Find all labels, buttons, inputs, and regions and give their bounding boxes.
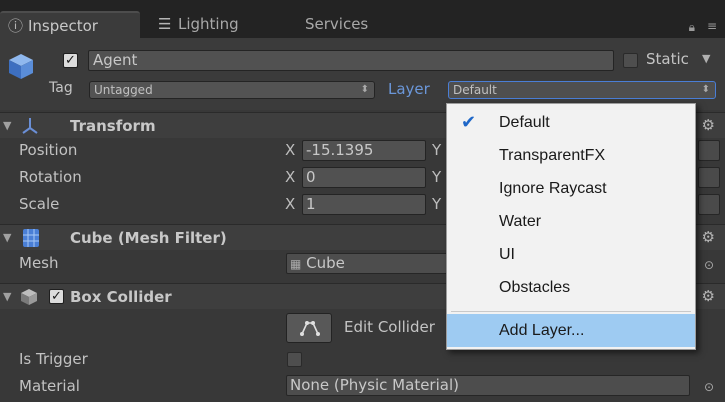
menu-item-water[interactable]: Water bbox=[447, 205, 695, 238]
menu-item-label: TransparentFX bbox=[499, 147, 606, 164]
scale-x-field[interactable]: 1 bbox=[302, 194, 426, 215]
tab-lighting-label: Lighting bbox=[178, 15, 239, 33]
menu-item-label: Default bbox=[499, 114, 550, 131]
edit-collider-icon bbox=[300, 321, 320, 336]
position-label: Position bbox=[19, 141, 78, 159]
check-icon: ✓ bbox=[51, 289, 62, 304]
tab-lighting[interactable]: ☰ Lighting bbox=[158, 11, 239, 38]
fold-arrow-icon[interactable]: ▼ bbox=[3, 119, 11, 132]
lock-icon[interactable]: 🔒︎ bbox=[689, 20, 695, 35]
menu-item-label: UI bbox=[499, 246, 515, 263]
rotation-x-field[interactable]: 0 bbox=[302, 167, 426, 188]
transform-title: Transform bbox=[70, 117, 156, 135]
mesh-grid-icon: ▦ bbox=[290, 257, 302, 271]
edit-collider-button[interactable] bbox=[286, 313, 332, 343]
rotation-y-axis: Y bbox=[432, 168, 442, 186]
tab-bar: ⓘ Inspector ☰ Lighting Services 🔒︎ ≡ bbox=[0, 0, 725, 38]
is-trigger-checkbox[interactable] bbox=[287, 352, 302, 367]
static-checkbox[interactable] bbox=[623, 53, 638, 68]
tag-dropdown[interactable]: Untagged ⬍ bbox=[89, 81, 375, 99]
box-collider-icon bbox=[21, 289, 37, 305]
position-y-axis: Y bbox=[432, 141, 442, 159]
sliders-icon: ☰ bbox=[158, 15, 172, 33]
edit-collider-label: Edit Collider bbox=[344, 318, 435, 336]
layer-dropdown[interactable]: Default ⬍ bbox=[448, 81, 716, 99]
menu-separator bbox=[451, 311, 691, 312]
updown-arrow-icon: ⬍ bbox=[360, 84, 369, 95]
tab-inspector-label: Inspector bbox=[28, 17, 98, 35]
fold-arrow-icon[interactable]: ▼ bbox=[3, 290, 11, 303]
menu-item-ignore-raycast[interactable]: Ignore Raycast bbox=[447, 172, 695, 205]
tab-services-label: Services bbox=[305, 15, 369, 33]
check-icon: ✓ bbox=[65, 53, 76, 68]
mesh-filter-title: Cube (Mesh Filter) bbox=[70, 229, 227, 247]
position-z-field[interactable] bbox=[698, 140, 720, 161]
checkmark-icon: ✔ bbox=[461, 112, 477, 132]
is-trigger-label: Is Trigger bbox=[19, 350, 88, 368]
tag-label: Tag bbox=[49, 80, 73, 96]
gear-icon[interactable]: ⚙ bbox=[702, 228, 715, 246]
scale-z-field[interactable] bbox=[698, 194, 720, 215]
material-label: Material bbox=[19, 377, 80, 395]
object-picker-icon[interactable]: ⊙ bbox=[704, 380, 714, 394]
chevron-down-icon[interactable]: ▼ bbox=[702, 52, 710, 65]
gear-icon[interactable]: ⚙ bbox=[702, 116, 715, 134]
menu-icon[interactable]: ≡ bbox=[707, 19, 717, 33]
layer-value: Default bbox=[453, 83, 497, 97]
updown-arrow-icon: ⬍ bbox=[701, 84, 710, 95]
tab-inspector[interactable]: ⓘ Inspector bbox=[0, 11, 140, 38]
menu-item-label: Water bbox=[499, 213, 542, 230]
menu-item-default[interactable]: ✔ Default bbox=[447, 106, 695, 139]
position-x-axis: X bbox=[285, 141, 296, 159]
layer-dropdown-menu: ✔ Default TransparentFX Ignore Raycast W… bbox=[446, 103, 696, 350]
menu-item-obstacles[interactable]: Obstacles bbox=[447, 271, 695, 304]
info-icon: ⓘ bbox=[8, 17, 24, 35]
menu-item-label: Ignore Raycast bbox=[499, 180, 607, 197]
gameobject-header: ✓ Agent Static ▼ Tag Untagged ⬍ Layer De… bbox=[0, 38, 725, 110]
gameobject-cube-icon bbox=[9, 54, 33, 79]
object-picker-icon[interactable]: ⊙ bbox=[704, 258, 714, 272]
active-checkbox[interactable]: ✓ bbox=[63, 53, 78, 68]
material-field[interactable]: None (Physic Material) bbox=[286, 375, 690, 396]
layer-label: Layer bbox=[388, 80, 430, 98]
mesh-value: Cube bbox=[306, 254, 345, 272]
rotation-label: Rotation bbox=[19, 168, 82, 186]
name-field[interactable]: Agent bbox=[88, 50, 614, 71]
scale-label: Scale bbox=[19, 195, 60, 213]
position-x-field[interactable]: -15.1395 bbox=[302, 140, 426, 161]
mesh-grid-icon bbox=[23, 229, 39, 247]
rotation-z-field[interactable] bbox=[698, 167, 720, 188]
transform-axes-icon bbox=[22, 118, 38, 134]
mesh-field[interactable]: ▦ Cube bbox=[286, 253, 456, 274]
scale-x-axis: X bbox=[285, 195, 296, 213]
menu-item-add-layer[interactable]: Add Layer... bbox=[447, 314, 695, 347]
static-label: Static bbox=[646, 50, 689, 68]
mesh-label: Mesh bbox=[19, 254, 59, 272]
box-collider-title: Box Collider bbox=[70, 288, 172, 306]
gear-icon[interactable]: ⚙ bbox=[702, 287, 715, 305]
menu-item-transparentfx[interactable]: TransparentFX bbox=[447, 139, 695, 172]
tag-value: Untagged bbox=[94, 83, 153, 97]
tab-services[interactable]: Services bbox=[305, 11, 368, 38]
scale-y-axis: Y bbox=[432, 195, 442, 213]
rotation-x-axis: X bbox=[285, 168, 296, 186]
menu-item-ui[interactable]: UI bbox=[447, 238, 695, 271]
box-collider-enabled-checkbox[interactable]: ✓ bbox=[49, 289, 64, 304]
fold-arrow-icon[interactable]: ▼ bbox=[3, 231, 11, 244]
menu-item-label: Add Layer... bbox=[499, 322, 585, 339]
menu-item-label: Obstacles bbox=[499, 279, 571, 296]
